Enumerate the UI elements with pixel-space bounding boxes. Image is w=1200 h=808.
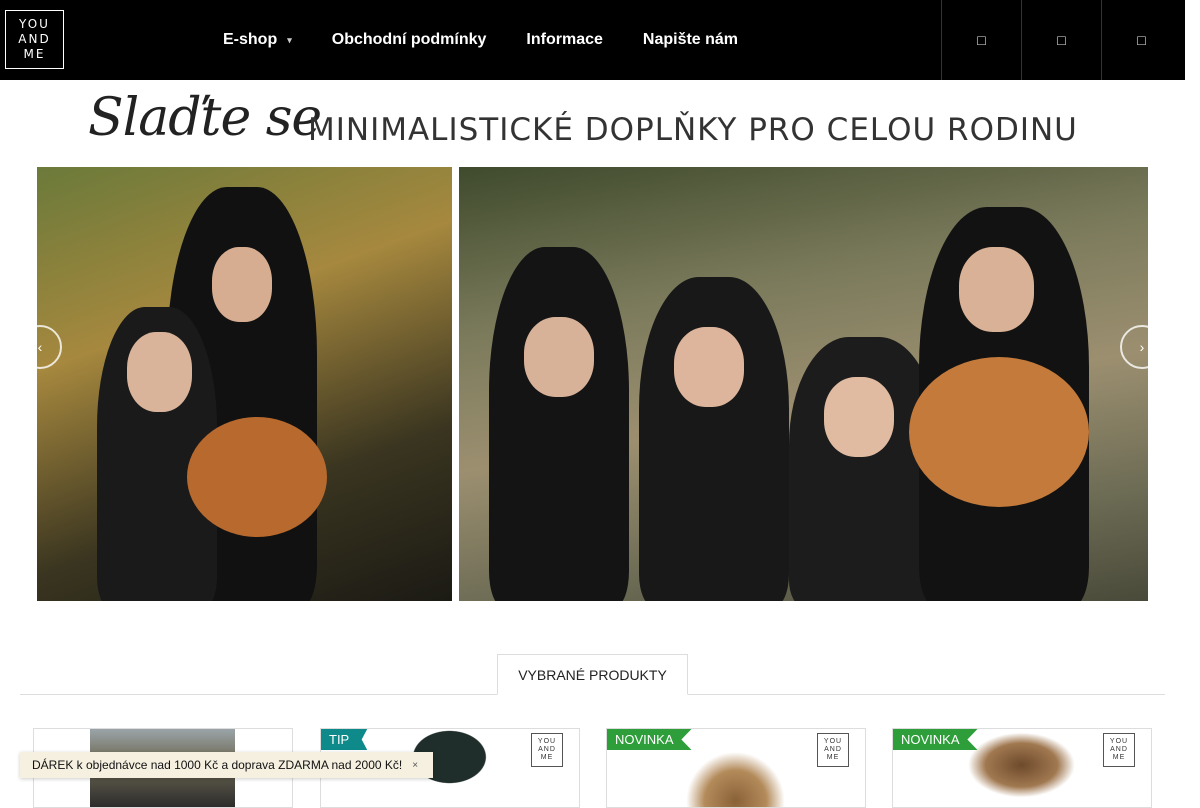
nav-item-contact[interactable]: Napište nám xyxy=(643,31,738,49)
product-image[interactable] xyxy=(663,729,808,807)
search-icon: □ xyxy=(977,32,986,48)
nav-item-terms[interactable]: Obchodní podmínky xyxy=(332,31,487,49)
hero-banner[interactable]: Slaďte se MINIMALISTICKÉ DOPLŇKY PRO CEL… xyxy=(18,80,1165,635)
banner-photo-right xyxy=(459,167,1148,601)
cart-button[interactable]: □ xyxy=(1101,0,1181,80)
search-button[interactable]: □ xyxy=(941,0,1021,80)
nav-item-label: Informace xyxy=(526,31,603,48)
tab-featured-products[interactable]: VYBRANÉ PRODUKTY xyxy=(497,654,688,695)
site-logo[interactable]: YOU AND ME xyxy=(5,10,64,69)
carousel-prev-button[interactable]: ‹ xyxy=(18,325,62,369)
chevron-left-icon: ‹ xyxy=(37,339,43,355)
badge-new: NOVINKA xyxy=(607,729,692,750)
user-icon: □ xyxy=(1057,32,1066,48)
carousel-next-button[interactable]: › xyxy=(1120,325,1164,369)
chevron-down-icon: ▾ xyxy=(287,34,292,45)
cart-icon: □ xyxy=(1137,32,1146,48)
chevron-right-icon: › xyxy=(1139,339,1145,355)
product-card[interactable]: NOVINKA YOU AND ME xyxy=(892,728,1152,808)
brand-logo: YOU AND ME xyxy=(1103,733,1135,767)
nav-item-info[interactable]: Informace xyxy=(526,31,602,49)
nav-item-label: Obchodní podmínky xyxy=(331,31,487,48)
brand-logo: YOU AND ME xyxy=(817,733,849,767)
site-header: YOU AND ME E-shop ▾ Obchodní podmínky In… xyxy=(0,0,1185,80)
banner-title: MINIMALISTICKÉ DOPLŇKY PRO CELOU RODINU xyxy=(308,112,1078,148)
nav-item-label: E-shop xyxy=(223,31,278,48)
logo-line: YOU xyxy=(19,17,50,31)
nav-item-label: Napište nám xyxy=(642,31,739,48)
close-icon[interactable]: × xyxy=(412,760,418,771)
nav-item-eshop[interactable]: E-shop ▾ xyxy=(223,31,292,49)
product-card[interactable]: NOVINKA YOU AND ME xyxy=(606,728,866,808)
product-image[interactable] xyxy=(949,729,1094,807)
promo-bar: DÁREK k objednávce nad 1000 Kč a doprava… xyxy=(20,752,433,778)
badge-tip: TIP xyxy=(321,729,368,750)
banner-photo-left xyxy=(37,167,452,601)
banner-script-title: Slaďte se xyxy=(88,88,322,148)
badge-new: NOVINKA xyxy=(893,729,978,750)
account-button[interactable]: □ xyxy=(1021,0,1101,80)
logo-line: ME xyxy=(23,47,46,61)
brand-logo: YOU AND ME xyxy=(531,733,563,767)
promo-text: DÁREK k objednávce nad 1000 Kč a doprava… xyxy=(32,758,403,772)
main-nav: E-shop ▾ Obchodní podmínky Informace Nap… xyxy=(223,0,778,80)
logo-line: AND xyxy=(18,32,51,46)
